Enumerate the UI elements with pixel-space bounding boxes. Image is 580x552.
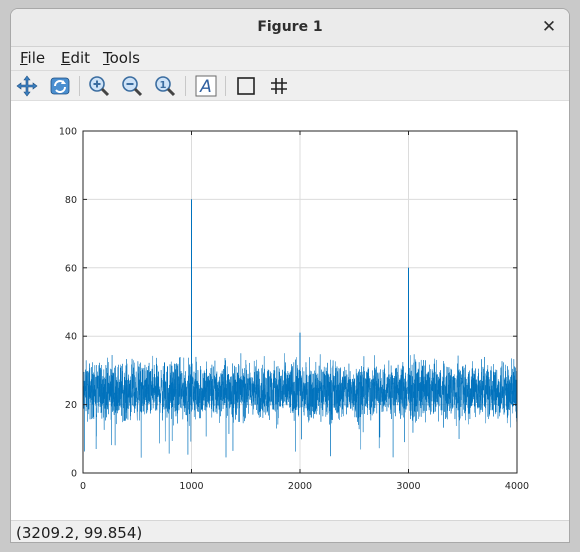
y-tick-label: 100 <box>59 127 77 138</box>
menu-file-label: ile <box>27 49 46 67</box>
close-button[interactable]: ✕ <box>539 17 559 37</box>
toolbar-separator <box>185 76 186 96</box>
x-tick-label: 4000 <box>505 481 529 492</box>
svg-text:1: 1 <box>160 80 167 91</box>
zoom-in-icon <box>89 76 110 97</box>
title-bar[interactable]: Figure 1 ✕ <box>11 9 569 47</box>
toolbar-separator <box>79 76 80 96</box>
axes-box-button[interactable] <box>234 74 258 98</box>
rotate-icon <box>50 77 70 95</box>
x-tick-label: 0 <box>80 481 86 492</box>
axes-box-icon <box>237 77 255 95</box>
figure-canvas[interactable]: 0 1000 2000 3000 4000 0 20 40 60 80 100 <box>11 101 569 520</box>
menu-tools[interactable]: Tools <box>103 49 140 67</box>
zoom-reset-button[interactable]: 1 <box>153 74 177 98</box>
plot-svg: 0 1000 2000 3000 4000 0 20 40 60 80 100 <box>59 127 529 493</box>
figure-window: Figure 1 ✕ File Edit Tools 1 A 0 1000 20… <box>10 8 570 543</box>
menu-edit-label: dit <box>70 49 91 67</box>
pan-icon <box>16 75 38 97</box>
zoom-out-icon <box>122 76 143 97</box>
zoom-in-button[interactable] <box>87 74 111 98</box>
menu-edit[interactable]: Edit <box>61 49 90 67</box>
menu-tools-label: ools <box>109 49 140 67</box>
insert-text-button[interactable]: A <box>194 74 218 98</box>
cursor-coordinates: (3209.2, 99.854) <box>16 524 143 542</box>
toolbar-separator <box>225 76 226 96</box>
menu-tools-mnemonic: T <box>103 49 110 67</box>
x-tick-label: 3000 <box>396 481 420 492</box>
pan-button[interactable] <box>15 74 39 98</box>
y-tick-label: 80 <box>65 195 77 206</box>
svg-text:A: A <box>199 77 212 97</box>
zoom-reset-icon: 1 <box>155 76 176 97</box>
x-tick-label: 2000 <box>288 481 312 492</box>
text-insert-icon: A <box>195 75 217 97</box>
y-tick-label: 60 <box>65 263 77 274</box>
menu-file-mnemonic: F <box>20 49 28 67</box>
menu-file[interactable]: File <box>20 49 45 67</box>
y-tick-label: 20 <box>65 400 77 411</box>
grid-icon <box>271 78 287 94</box>
status-bar: (3209.2, 99.854) <box>11 520 569 542</box>
window-title: Figure 1 <box>257 19 323 35</box>
close-icon: ✕ <box>541 17 557 37</box>
menu-bar: File Edit Tools <box>11 47 569 71</box>
rotate-button[interactable] <box>48 74 72 98</box>
y-tick-label: 0 <box>71 469 77 480</box>
toolbar: 1 A <box>11 71 569 101</box>
grid-toggle-button[interactable] <box>267 74 291 98</box>
x-tick-label: 1000 <box>179 481 203 492</box>
y-tick-label: 40 <box>65 332 77 343</box>
zoom-out-button[interactable] <box>120 74 144 98</box>
